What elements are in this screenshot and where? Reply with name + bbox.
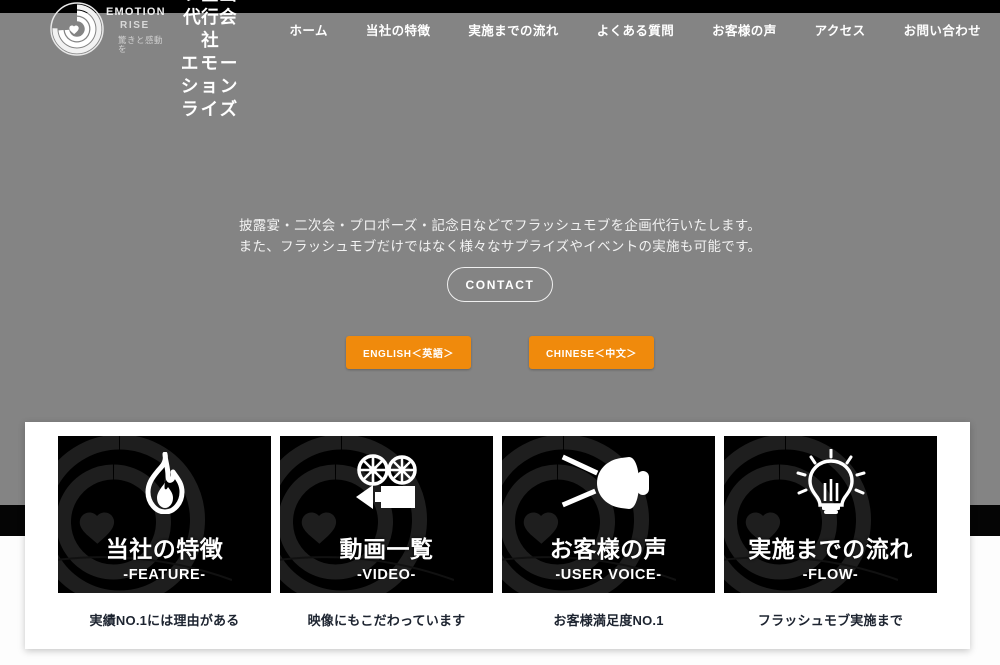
chinese-language-button[interactable]: CHINESE＜中文＞	[529, 336, 654, 369]
site-header: EMOTION RISE 驚きと感動を フラッシュモブ企画代行会社 エモーション…	[0, 0, 1000, 119]
feature-cards-panel: 当社の特徴 -FEATURE- 実績NO.1には理由がある 動画一覧 -VIDE…	[25, 422, 970, 649]
spiral-heart-logo-icon[interactable]	[50, 1, 112, 57]
card-user-voice-thumbnail[interactable]: お客様の声 -USER VOICE-	[502, 436, 715, 593]
card-user-voice-caption: お客様満足度NO.1	[553, 613, 664, 628]
logo-wordmark: EMOTION RISE 驚きと感動を	[106, 7, 166, 53]
card-video-caption: 映像にもこだわっています	[307, 613, 466, 628]
card-flow-title-en: -FLOW-	[802, 567, 859, 583]
hero-line-2: また、フラッシュモブだけではなく様々なサプライズやイベントの実施も可能です。	[238, 238, 762, 254]
card-flow-caption: フラッシュモブ実施まで	[757, 613, 904, 628]
card-feature-titles: 当社の特徴 -FEATURE-	[58, 535, 271, 583]
feature-cards-row: 当社の特徴 -FEATURE- 実績NO.1には理由がある 動画一覧 -VIDE…	[35, 436, 960, 629]
card-user-voice-title-jp: お客様の声	[549, 535, 668, 562]
brand-title-line1: フラッシュモブ企画代行会社	[183, 0, 238, 50]
card-feature[interactable]: 当社の特徴 -FEATURE- 実績NO.1には理由がある	[58, 436, 271, 629]
brand-title: フラッシュモブ企画代行会社 エモーションライズ	[178, 0, 243, 121]
lightbulb-icon	[724, 448, 937, 518]
megaphone-icon	[502, 448, 715, 518]
card-flow-title-jp: 実施までの流れ	[748, 535, 913, 562]
logo-tagline: 驚きと感動を	[118, 35, 164, 54]
brand-title-line2: エモーションライズ	[180, 53, 240, 120]
card-flow-titles: 実施までの流れ -FLOW-	[724, 535, 937, 583]
card-user-voice-title-en: -USER VOICE-	[555, 567, 662, 583]
card-user-voice[interactable]: お客様の声 -USER VOICE- お客様満足度NO.1	[502, 436, 715, 629]
nav-item-access[interactable]: アクセス	[796, 20, 885, 39]
card-flow-thumbnail[interactable]: 実施までの流れ -FLOW-	[724, 436, 937, 593]
card-feature-thumbnail[interactable]: 当社の特徴 -FEATURE-	[58, 436, 271, 593]
movie-camera-icon	[280, 448, 493, 518]
card-video-title-en: -VIDEO-	[357, 567, 416, 583]
contact-button[interactable]: CONTACT	[447, 267, 553, 302]
card-video[interactable]: 動画一覧 -VIDEO- 映像にもこだわっています	[280, 436, 493, 629]
nav-item-flow[interactable]: 実施までの流れ	[449, 20, 577, 39]
card-feature-title-en: -FEATURE-	[123, 567, 206, 583]
logo-emotion-text: EMOTION	[106, 6, 166, 18]
nav-item-feature[interactable]: 当社の特徴	[347, 20, 450, 39]
card-user-voice-titles: お客様の声 -USER VOICE-	[502, 535, 715, 583]
hero-line-1: 披露宴・二次会・プロポーズ・記念日などでフラッシュモブを企画代行いたします。	[238, 218, 762, 233]
nav-item-faq[interactable]: よくある質問	[578, 20, 693, 39]
logo-rise-text: RISE	[120, 20, 150, 31]
hero-description: 披露宴・二次会・プロポーズ・記念日などでフラッシュモブを企画代行いたします。 ま…	[0, 216, 1000, 258]
language-buttons: ENGLISH＜英語＞ CHINESE＜中文＞	[0, 336, 1000, 369]
card-video-title-jp: 動画一覧	[339, 535, 434, 562]
brand-block[interactable]: EMOTION RISE 驚きと感動を フラッシュモブ企画代行会社 エモーション…	[50, 0, 243, 121]
english-language-button[interactable]: ENGLISH＜英語＞	[346, 336, 471, 369]
nav-item-voice[interactable]: お客様の声	[693, 20, 796, 39]
card-feature-title-jp: 当社の特徴	[105, 535, 224, 562]
main-navigation: ホーム 当社の特徴 実施までの流れ よくある質問 お客様の声 アクセス お問い合…	[271, 20, 1000, 39]
card-video-thumbnail[interactable]: 動画一覧 -VIDEO-	[280, 436, 493, 593]
card-video-titles: 動画一覧 -VIDEO-	[280, 535, 493, 583]
card-feature-caption: 実績NO.1には理由がある	[89, 613, 240, 628]
nav-item-home[interactable]: ホーム	[271, 20, 347, 39]
card-flow[interactable]: 実施までの流れ -FLOW- フラッシュモブ実施まで	[724, 436, 937, 629]
flame-icon	[58, 448, 271, 518]
nav-item-contact[interactable]: お問い合わせ	[885, 20, 1000, 39]
